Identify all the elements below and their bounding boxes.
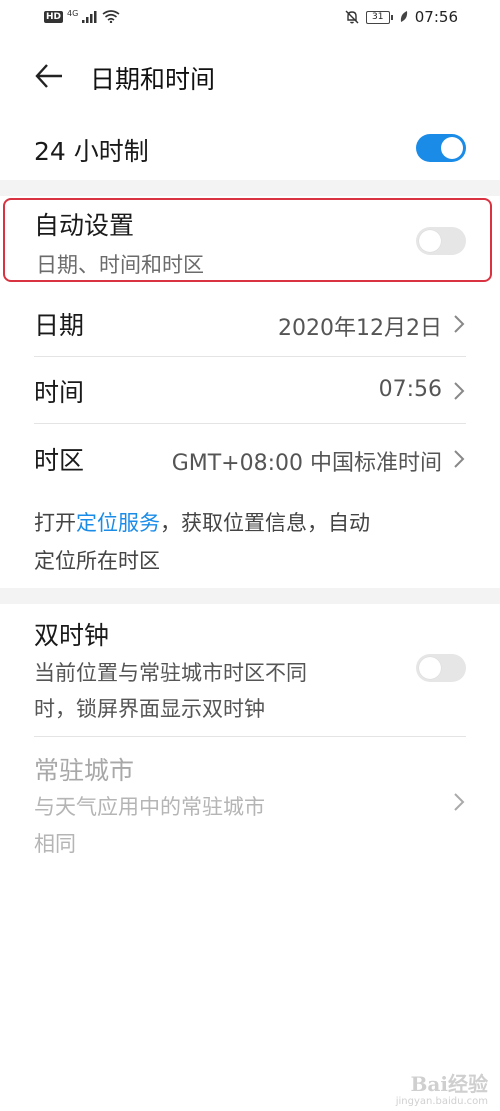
chevron-right-icon bbox=[454, 450, 465, 468]
status-time: 07:56 bbox=[414, 8, 458, 26]
dual-clock-toggle[interactable] bbox=[416, 654, 466, 682]
time-label: 时间 bbox=[34, 378, 85, 407]
home-city-sublabel-2: 相同 bbox=[34, 832, 76, 856]
arrow-left-icon[interactable] bbox=[34, 62, 64, 90]
chevron-right-icon bbox=[454, 315, 465, 333]
dual-clock-label: 双时钟 bbox=[34, 621, 110, 650]
status-bar: HD 4G 31 07:56 bbox=[0, 0, 500, 38]
chevron-right-icon bbox=[454, 382, 465, 400]
dual-clock-sublabel-2: 时，锁屏界面显示双时钟 bbox=[34, 697, 265, 721]
home-city-sublabel-1: 与天气应用中的常驻城市 bbox=[34, 795, 265, 819]
auto-set-label: 自动设置 bbox=[34, 211, 135, 240]
watermark-url: jingyan.baidu.com bbox=[395, 1096, 488, 1107]
auto-set-sublabel: 日期、时间和时区 bbox=[36, 253, 204, 277]
leaf-icon bbox=[400, 11, 407, 22]
status-right: 31 07:56 bbox=[344, 8, 458, 26]
battery-level: 31 bbox=[365, 10, 390, 24]
hour24-toggle[interactable] bbox=[416, 134, 466, 162]
location-service-link[interactable]: 定位服务 bbox=[76, 511, 160, 535]
watermark-logo: Bai经验 bbox=[410, 1072, 488, 1096]
app-header: 日期和时间 bbox=[0, 50, 500, 102]
time-value: 07:56 bbox=[378, 377, 442, 402]
mute-bell-icon bbox=[345, 10, 359, 24]
page-title: 日期和时间 bbox=[90, 65, 216, 94]
dual-clock-sublabel-1: 当前位置与常驻城市时区不同 bbox=[34, 661, 307, 685]
date-label: 日期 bbox=[34, 311, 85, 340]
auto-set-toggle[interactable] bbox=[416, 227, 466, 255]
network-type: 4G bbox=[67, 9, 79, 18]
status-left: HD 4G bbox=[44, 9, 120, 23]
wifi-icon bbox=[102, 10, 120, 23]
watermark: Bai经验 jingyan.baidu.com bbox=[396, 1068, 488, 1107]
section-gap bbox=[0, 588, 500, 604]
section-gap bbox=[0, 180, 500, 196]
hd-badge: HD bbox=[44, 10, 64, 23]
row-24-hour-label: 24 小时制 bbox=[34, 137, 149, 166]
timezone-label: 时区 bbox=[34, 446, 85, 475]
signal-icon bbox=[82, 10, 97, 23]
location-hint: 打开定位服务，获取位置信息，自动 定位所在时区 bbox=[34, 511, 370, 573]
home-city-label: 常驻城市 bbox=[34, 756, 135, 785]
battery-icon: 31 bbox=[365, 10, 393, 24]
chevron-right-icon bbox=[454, 793, 465, 811]
timezone-value: GMT+08:00 中国标准时间 bbox=[171, 451, 442, 476]
date-value: 2020年12月2日 bbox=[278, 316, 442, 341]
